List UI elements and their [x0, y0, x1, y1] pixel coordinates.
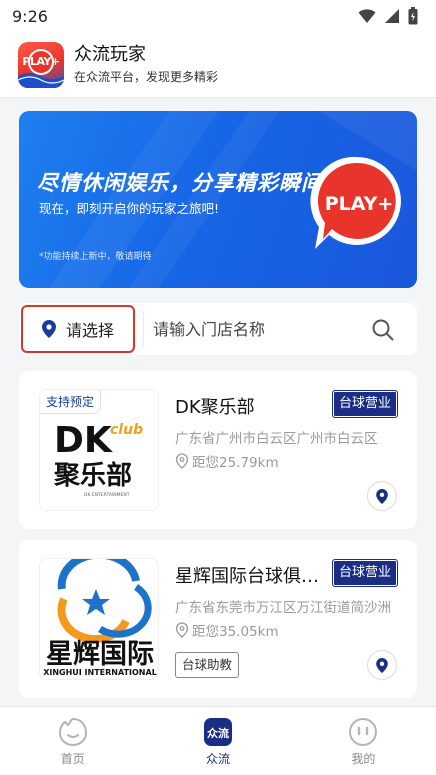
store-name: 星辉国际台球俱乐部: [175, 566, 325, 587]
location-outline-icon: [175, 453, 189, 469]
bottom-nav: 首页 众流 众流 我的: [0, 706, 436, 775]
nav-label-zhongliu: 众流: [205, 751, 230, 766]
dk-logo-small: DK ENTERTAINMENT: [84, 492, 130, 498]
banner-subline: 现在，即刻开启你的玩家之旅吧!: [39, 201, 220, 216]
store-address: 广东省广州市白云区广州市白云区: [175, 431, 378, 447]
search-row: 请选择: [19, 303, 417, 355]
reservation-tag: 支持预定: [40, 390, 102, 414]
store-distance-row: 距您25.79km: [175, 451, 279, 471]
app-logo-text: PLAY+: [22, 55, 60, 68]
play-plus-badge-text: PLAY+: [325, 193, 394, 215]
location-selector[interactable]: 请选择: [21, 305, 135, 353]
nav-label-home: 首页: [60, 751, 85, 766]
nav-label-mine: 我的: [351, 751, 376, 766]
promo-banner[interactable]: 尽情休闲娱乐，分享精彩瞬间 现在，即刻开启你的玩家之旅吧! *功能持续上新中，敬…: [19, 111, 417, 288]
app-subtitle: 在众流平台，发现更多精彩: [74, 69, 219, 84]
zhongliu-icon: 众流: [203, 717, 232, 746]
status-bar: 9:26: [0, 0, 436, 32]
store-status-badge: 台球营业: [332, 390, 399, 418]
banner-headline: 尽情休闲娱乐，分享精彩瞬间: [37, 171, 323, 195]
nav-item-zhongliu[interactable]: 众流 众流: [145, 707, 290, 775]
app-header: PLAY+ 众流玩家 在众流平台，发现更多精彩: [0, 32, 436, 98]
store-distance: 距您35.05km: [192, 624, 279, 640]
wifi-icon: [358, 9, 376, 23]
store-status-badge: 台球营业: [332, 559, 399, 587]
dk-logo-main: DK: [54, 420, 113, 461]
home-face-icon: [58, 717, 87, 746]
location-pin-icon: [376, 657, 388, 673]
play-plus-badge: PLAY+: [310, 156, 401, 249]
location-label: 请选择: [65, 321, 114, 340]
xinghui-logo-cn: 星辉国际: [46, 639, 154, 670]
search-icon[interactable]: [371, 318, 395, 342]
map-location-button[interactable]: [367, 481, 397, 511]
zhongliu-icon-text: 众流: [207, 726, 229, 740]
store-distance: 距您25.79km: [192, 455, 279, 471]
app-title: 众流玩家: [74, 43, 146, 65]
location-outline-icon: [175, 622, 189, 638]
battery-icon: [408, 7, 418, 25]
status-time: 9:26: [12, 6, 48, 26]
nav-item-mine[interactable]: 我的: [291, 707, 436, 775]
map-location-button[interactable]: [367, 650, 397, 680]
store-logo: 星辉国际 XINGHUI INTERNATIONAL: [39, 558, 159, 680]
store-card[interactable]: 支持预定 DK club 聚乐部 DK ENTERTAINMENT DK聚乐部 …: [19, 371, 417, 529]
signal-icon: [385, 9, 399, 23]
store-name: DK聚乐部: [175, 397, 255, 418]
dk-logo-cn: 聚乐部: [53, 461, 132, 491]
store-logo: 支持预定 DK club 聚乐部 DK ENTERTAINMENT: [39, 389, 159, 511]
location-pin-icon: [41, 320, 56, 338]
app-logo: PLAY+: [18, 41, 64, 88]
store-card[interactable]: 星辉国际 XINGHUI INTERNATIONAL 星辉国际台球俱乐部 台球营…: [19, 540, 417, 698]
xinghui-logo-en: XINGHUI INTERNATIONAL: [43, 668, 157, 677]
store-distance-row: 距您35.05km: [175, 620, 279, 640]
status-icons: [358, 7, 418, 25]
store-address: 广东省东莞市万江区万江街道简沙洲: [175, 600, 391, 616]
search-divider: [143, 311, 144, 347]
xinghui-logo: 星辉国际 XINGHUI INTERNATIONAL: [43, 559, 157, 677]
profile-face-icon: [349, 717, 378, 746]
location-pin-icon: [376, 488, 388, 504]
dk-logo-club: club: [110, 422, 143, 438]
store-search-input[interactable]: [153, 311, 363, 347]
nav-item-home[interactable]: 首页: [0, 707, 145, 775]
app-title-group: 众流玩家 在众流平台，发现更多精彩: [74, 44, 218, 86]
banner-note: *功能持续上新中，敬请期待: [39, 252, 152, 262]
service-tag: 台球助教: [175, 652, 240, 678]
